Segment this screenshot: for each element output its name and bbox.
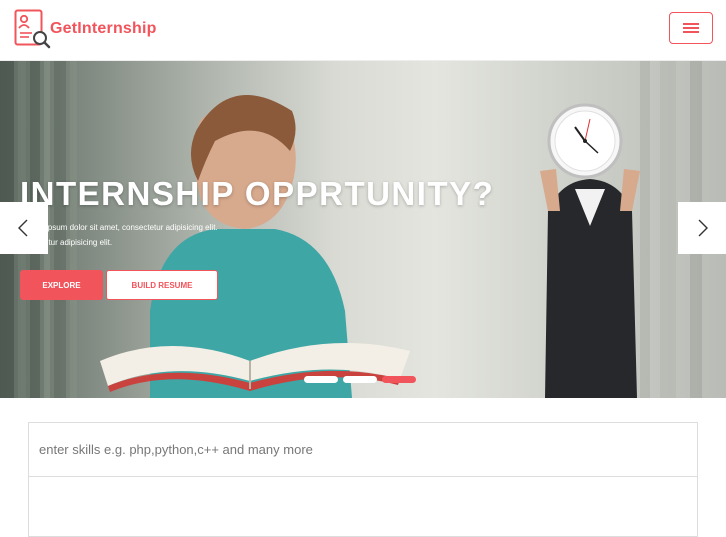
build-resume-button[interactable]: BUILD RESUME: [106, 270, 218, 300]
chevron-right-icon: [698, 219, 708, 237]
carousel-indicator-active[interactable]: [382, 376, 416, 383]
navbar: GetInternship: [0, 0, 726, 61]
brand-logo[interactable]: GetInternship: [14, 9, 174, 51]
explore-button[interactable]: EXPLORE: [20, 270, 103, 300]
menu-toggle-button[interactable]: [669, 12, 713, 44]
carousel-indicator[interactable]: [343, 376, 377, 383]
brand-name: GetInternship: [50, 20, 157, 37]
skills-search-input[interactable]: [28, 422, 698, 477]
resume-search-icon: [14, 9, 51, 49]
carousel-next-button[interactable]: [678, 202, 726, 254]
carousel-prev-button[interactable]: [0, 202, 48, 254]
chevron-left-icon: [18, 219, 28, 237]
hero-carousel: INTERNSHIP OPPRTUNITY? ipsum dolor sit a…: [0, 61, 726, 398]
search-results-panel: [28, 477, 698, 537]
carousel-indicator[interactable]: [304, 376, 338, 383]
hero-description-line-2: etur adipisicing elit.: [44, 238, 113, 247]
hero-description-line-1: ipsum dolor sit amet, consectetur adipis…: [46, 223, 218, 232]
hero-title: INTERNSHIP OPPRTUNITY?: [20, 175, 495, 212]
